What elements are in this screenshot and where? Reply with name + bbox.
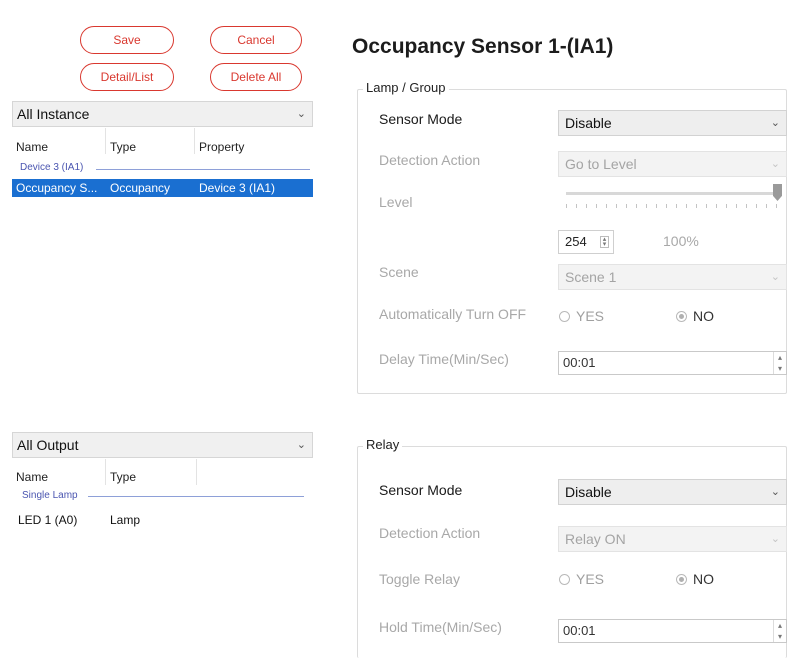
table-row[interactable]: LED 1 (A0) Lamp [12, 511, 313, 529]
detection-action-label: Detection Action [379, 152, 481, 168]
column-header-type[interactable]: Type [110, 140, 136, 154]
chevron-down-icon: ⌄ [770, 486, 780, 498]
relay-detection-action-label: Detection Action [379, 525, 481, 541]
chevron-down-icon: ⌄ [770, 158, 780, 170]
delay-time-value: 00:01 [563, 355, 596, 370]
yes-label: YES [576, 571, 605, 587]
chevron-down-icon: ⌄ [770, 117, 780, 129]
column-header-property[interactable]: Property [199, 140, 244, 154]
toggle-relay-label: Toggle Relay [379, 571, 460, 587]
level-stepper[interactable]: 254 ▴ ▾ [558, 230, 614, 254]
relay-legend: Relay [363, 437, 403, 452]
spinner-icon[interactable]: ▴ ▾ [773, 620, 786, 642]
delay-time-input[interactable]: 00:01 ▴ ▾ [558, 351, 787, 375]
level-slider-ticks [566, 204, 780, 208]
relay-sensor-mode-value: Disable [565, 484, 612, 500]
chevron-down-icon: ⌄ [770, 271, 780, 283]
chevron-down-icon: ⌄ [296, 439, 306, 451]
hold-time-input[interactable]: 00:01 ▴ ▾ [558, 619, 787, 643]
instance-filter-value: All Instance [17, 106, 90, 122]
column-divider [105, 459, 106, 485]
output-filter-value: All Output [17, 437, 79, 453]
group-divider [96, 169, 310, 170]
row-type: Lamp [110, 513, 141, 527]
hold-time-value: 00:01 [563, 623, 596, 638]
chevron-down-icon: ⌄ [296, 108, 306, 120]
relay-sensor-mode-dropdown[interactable]: Disable ⌄ [558, 479, 787, 505]
table-row[interactable]: Occupancy S... Occupancy Device 3 (IA1) [12, 179, 313, 197]
radio-circle-icon [559, 573, 570, 585]
delay-time-label: Delay Time(Min/Sec) [379, 351, 509, 367]
group-header: Single Lamp [22, 490, 81, 501]
scene-value: Scene 1 [565, 269, 617, 285]
scene-label: Scene [379, 264, 419, 280]
column-header-name[interactable]: Name [16, 470, 48, 484]
row-property: Device 3 (IA1) [199, 181, 276, 195]
scene-dropdown[interactable]: Scene 1 ⌄ [558, 264, 787, 290]
auto-off-no-radio[interactable]: NO [676, 308, 714, 324]
group-divider [88, 496, 304, 497]
level-label: Level [379, 194, 413, 210]
column-header-name[interactable]: Name [16, 140, 48, 154]
no-label: NO [693, 308, 714, 324]
detail-list-button[interactable]: Detail/List [80, 63, 174, 91]
column-divider [196, 459, 197, 485]
toggle-relay-no-radio[interactable]: NO [676, 571, 714, 587]
level-value: 254 [565, 234, 587, 249]
sensor-mode-label: Sensor Mode [379, 111, 463, 127]
lamp-group-legend: Lamp / Group [363, 80, 449, 95]
detection-action-value: Go to Level [565, 156, 637, 172]
hold-time-label: Hold Time(Min/Sec) [379, 619, 502, 635]
page-title: Occupancy Sensor 1-(IA1) [352, 35, 614, 58]
toggle-relay-yes-radio[interactable]: YES [559, 571, 604, 587]
output-list[interactable]: Name Type Single Lamp LED 1 (A0) Lamp [12, 459, 313, 658]
group-header: Device 3 (IA1) [20, 162, 87, 173]
row-name: LED 1 (A0) [18, 513, 78, 527]
detection-action-dropdown[interactable]: Go to Level ⌄ [558, 151, 787, 177]
chevron-down-icon: ⌄ [770, 533, 780, 545]
level-percent: 100% [663, 233, 699, 249]
instance-list[interactable]: Name Type Property Device 3 (IA1) Occupa… [12, 128, 313, 428]
cancel-button[interactable]: Cancel [210, 26, 302, 54]
no-label: NO [693, 571, 714, 587]
column-header-type[interactable]: Type [110, 470, 136, 484]
instance-filter-dropdown[interactable]: All Instance ⌄ [12, 101, 313, 127]
save-button[interactable]: Save [80, 26, 174, 54]
sensor-mode-dropdown[interactable]: Disable ⌄ [558, 110, 787, 136]
spinner-icon[interactable]: ▴ ▾ [600, 236, 609, 248]
radio-circle-icon [559, 310, 570, 322]
column-divider [194, 128, 195, 154]
auto-turn-off-label: Automatically Turn OFF [379, 306, 527, 322]
auto-off-yes-radio[interactable]: YES [559, 308, 604, 324]
delete-all-button[interactable]: Delete All [210, 63, 302, 91]
output-filter-dropdown[interactable]: All Output ⌄ [12, 432, 313, 458]
row-name: Occupancy S... [16, 181, 98, 195]
sensor-mode-value: Disable [565, 115, 612, 131]
relay-detection-action-dropdown[interactable]: Relay ON ⌄ [558, 526, 787, 552]
relay-detection-action-value: Relay ON [565, 531, 626, 547]
radio-checked-icon [676, 573, 687, 585]
left-panel: Save Cancel Detail/List Delete All All I… [0, 0, 314, 658]
yes-label: YES [576, 308, 605, 324]
column-divider [105, 128, 106, 154]
properties-panel: Occupancy Sensor 1-(IA1) Lamp / Group Se… [333, 8, 787, 658]
relay-sensor-mode-label: Sensor Mode [379, 482, 463, 498]
spinner-icon[interactable]: ▴ ▾ [773, 352, 786, 374]
row-type: Occupancy [110, 181, 171, 195]
radio-checked-icon [676, 310, 687, 322]
level-slider-track[interactable] [566, 192, 780, 195]
